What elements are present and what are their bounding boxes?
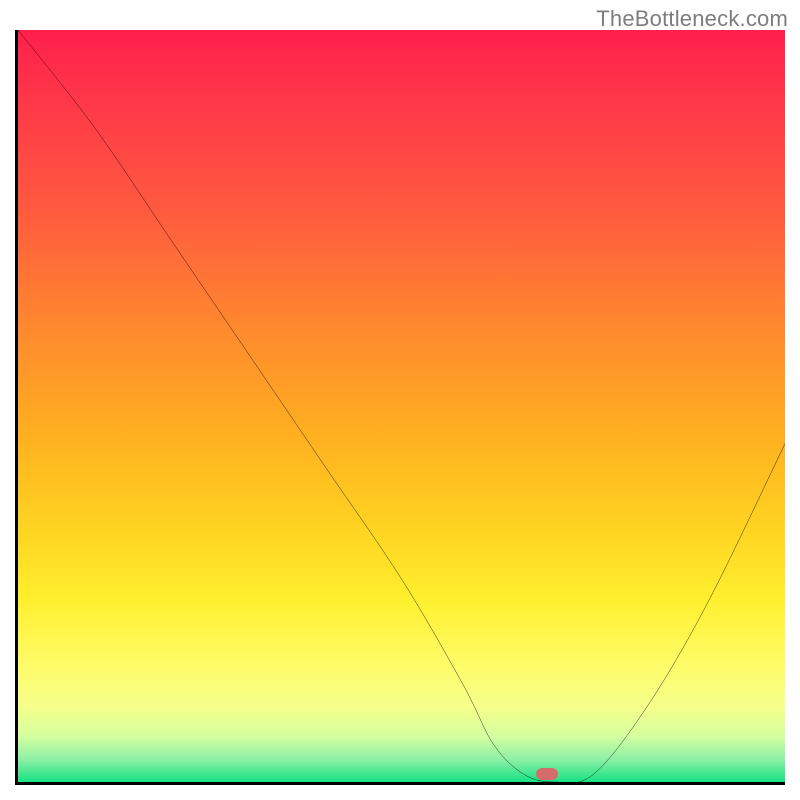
optimal-point-marker xyxy=(536,768,558,780)
chart-container: TheBottleneck.com xyxy=(0,0,800,800)
plot-area xyxy=(15,30,785,785)
attribution-text: TheBottleneck.com xyxy=(596,6,788,32)
bottleneck-curve xyxy=(18,30,785,782)
